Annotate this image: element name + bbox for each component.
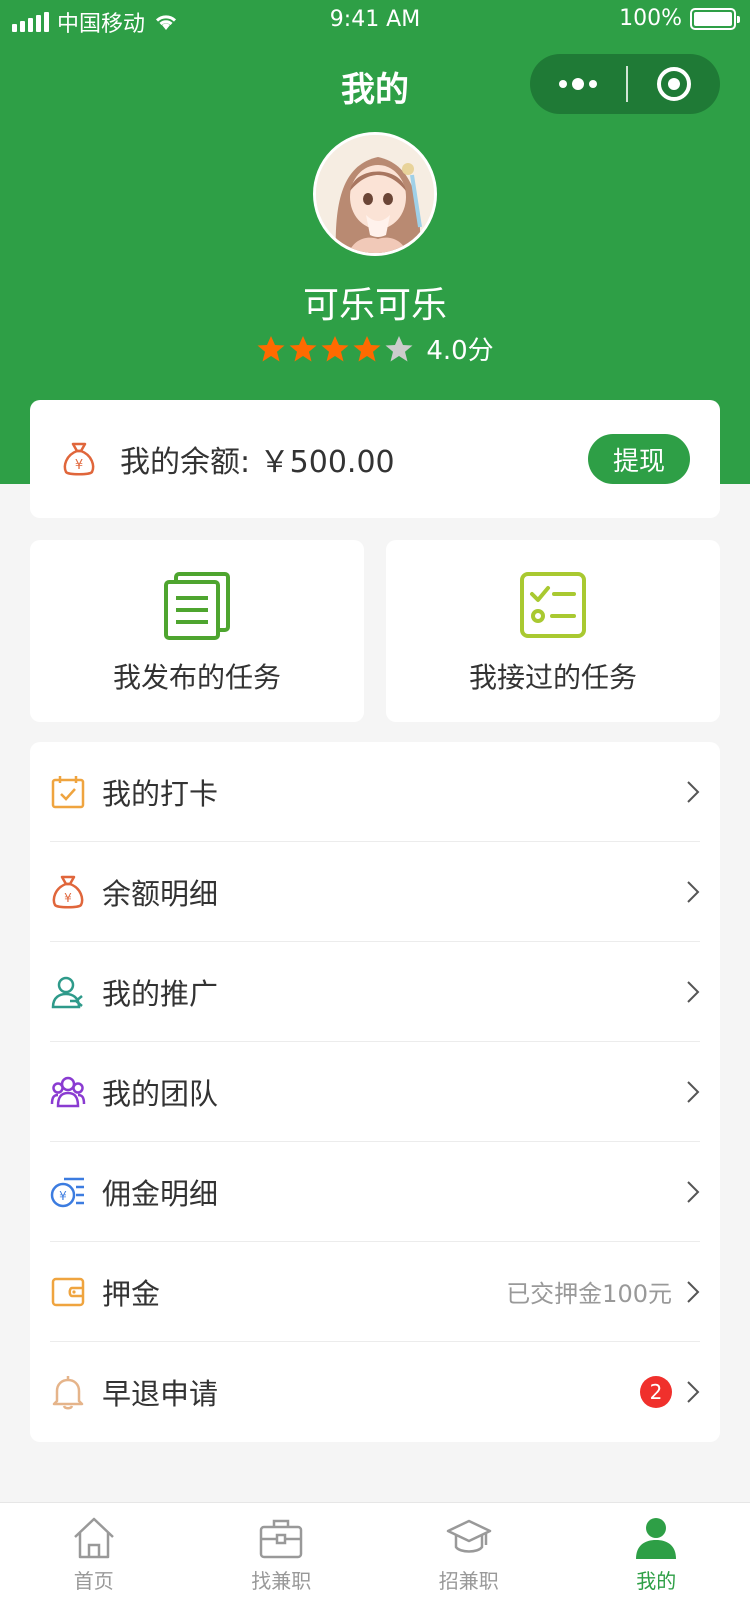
checklist-icon bbox=[520, 572, 586, 638]
more-button[interactable] bbox=[530, 54, 626, 114]
close-miniprogram-button[interactable] bbox=[628, 54, 720, 114]
target-icon bbox=[657, 67, 691, 101]
battery-percent: 100% bbox=[619, 6, 682, 31]
avatar[interactable] bbox=[313, 132, 437, 256]
menu-item-promotion[interactable]: 我的推广 bbox=[50, 942, 700, 1042]
balance-card: ¥ 我的余额: ￥500.00 提现 bbox=[30, 400, 720, 518]
chevron-right-icon bbox=[687, 980, 700, 1003]
accepted-tasks-card[interactable]: 我接过的任务 bbox=[386, 540, 720, 722]
menu-item-label: 我的打卡 bbox=[102, 776, 219, 811]
notification-badge: 2 bbox=[640, 1376, 672, 1408]
chevron-right-icon bbox=[687, 780, 700, 803]
published-tasks-label: 我发布的任务 bbox=[112, 661, 281, 694]
withdraw-button[interactable]: 提现 bbox=[588, 434, 690, 484]
svg-text:¥: ¥ bbox=[75, 458, 83, 473]
bell-icon bbox=[52, 1376, 84, 1410]
menu-list: 我的打卡 ¥ 余额明细 我的推广 我的团队 ¥ 佣金明细 押金 已交押金100元… bbox=[30, 742, 720, 1442]
graduation-cap-icon bbox=[446, 1519, 491, 1553]
published-tasks-card[interactable]: 我发布的任务 bbox=[30, 540, 364, 722]
menu-item-label: 早退申请 bbox=[102, 1377, 219, 1411]
rating: 4.0分 bbox=[0, 330, 750, 367]
balance-text: 我的余额: ￥500.00 bbox=[120, 445, 395, 480]
tab-post-job[interactable]: 招兼职 bbox=[375, 1503, 563, 1600]
menu-item-label: 我的团队 bbox=[102, 1076, 219, 1111]
status-bar: 中国移动 9:41 AM 100% bbox=[0, 0, 750, 40]
menu-item-label: 佣金明细 bbox=[102, 1176, 219, 1211]
tab-label: 找兼职 bbox=[251, 1569, 312, 1593]
mini-program-capsule bbox=[530, 54, 720, 114]
username: 可乐可乐 bbox=[302, 285, 447, 326]
menu-item-label: 押金 bbox=[102, 1276, 161, 1311]
home-icon bbox=[73, 1517, 114, 1559]
menu-item-check-in[interactable]: 我的打卡 bbox=[50, 742, 700, 842]
documents-icon bbox=[164, 572, 230, 640]
tab-label: 招兼职 bbox=[438, 1569, 499, 1593]
menu-item-early-leave[interactable]: 早退申请 2 bbox=[50, 1342, 700, 1442]
user-icon bbox=[636, 1518, 677, 1559]
tab-bar: 首页 找兼职 招兼职 我的 bbox=[0, 1502, 750, 1600]
chevron-right-icon bbox=[687, 1280, 700, 1303]
money-bag-icon: ¥ bbox=[63, 442, 95, 476]
accepted-tasks-label: 我接过的任务 bbox=[468, 661, 637, 694]
calendar-check-icon bbox=[51, 775, 85, 808]
menu-item-commission[interactable]: ¥ 佣金明细 bbox=[50, 1142, 700, 1242]
star-icon bbox=[385, 335, 413, 361]
chevron-right-icon bbox=[687, 880, 700, 903]
tab-home[interactable]: 首页 bbox=[0, 1503, 188, 1600]
star-icon bbox=[353, 335, 381, 361]
rating-score: 4.0分 bbox=[426, 336, 494, 366]
star-icon bbox=[289, 335, 317, 361]
tab-find-job[interactable]: 找兼职 bbox=[188, 1503, 376, 1600]
wallet-icon bbox=[51, 1277, 85, 1306]
briefcase-icon bbox=[260, 1519, 303, 1559]
dot-icon bbox=[559, 80, 567, 88]
tab-mine[interactable]: 我的 bbox=[563, 1503, 750, 1600]
promote-icon bbox=[51, 976, 83, 1008]
star-icon bbox=[321, 335, 349, 361]
svg-text:¥: ¥ bbox=[64, 891, 72, 905]
dot-icon bbox=[572, 78, 584, 90]
money-bag-icon: ¥ bbox=[52, 875, 84, 908]
chevron-right-icon bbox=[687, 1381, 700, 1403]
star-icon bbox=[257, 335, 285, 361]
menu-item-label: 我的推广 bbox=[102, 976, 219, 1011]
menu-item-label: 余额明细 bbox=[102, 876, 219, 911]
coin-list-icon: ¥ bbox=[50, 1177, 84, 1207]
team-icon bbox=[50, 1076, 86, 1107]
dot-icon bbox=[589, 80, 597, 88]
chevron-right-icon bbox=[687, 1180, 700, 1203]
menu-item-team[interactable]: 我的团队 bbox=[50, 1042, 700, 1142]
tab-label: 首页 bbox=[73, 1569, 114, 1593]
svg-text:¥: ¥ bbox=[59, 1189, 67, 1203]
battery-icon bbox=[690, 7, 740, 30]
menu-item-balance-detail[interactable]: ¥ 余额明细 bbox=[50, 842, 700, 942]
deposit-status: 已交押金100元 bbox=[506, 1280, 672, 1308]
menu-item-deposit[interactable]: 押金 已交押金100元 bbox=[50, 1242, 700, 1342]
tab-label: 我的 bbox=[636, 1569, 677, 1593]
chevron-right-icon bbox=[687, 1080, 700, 1103]
